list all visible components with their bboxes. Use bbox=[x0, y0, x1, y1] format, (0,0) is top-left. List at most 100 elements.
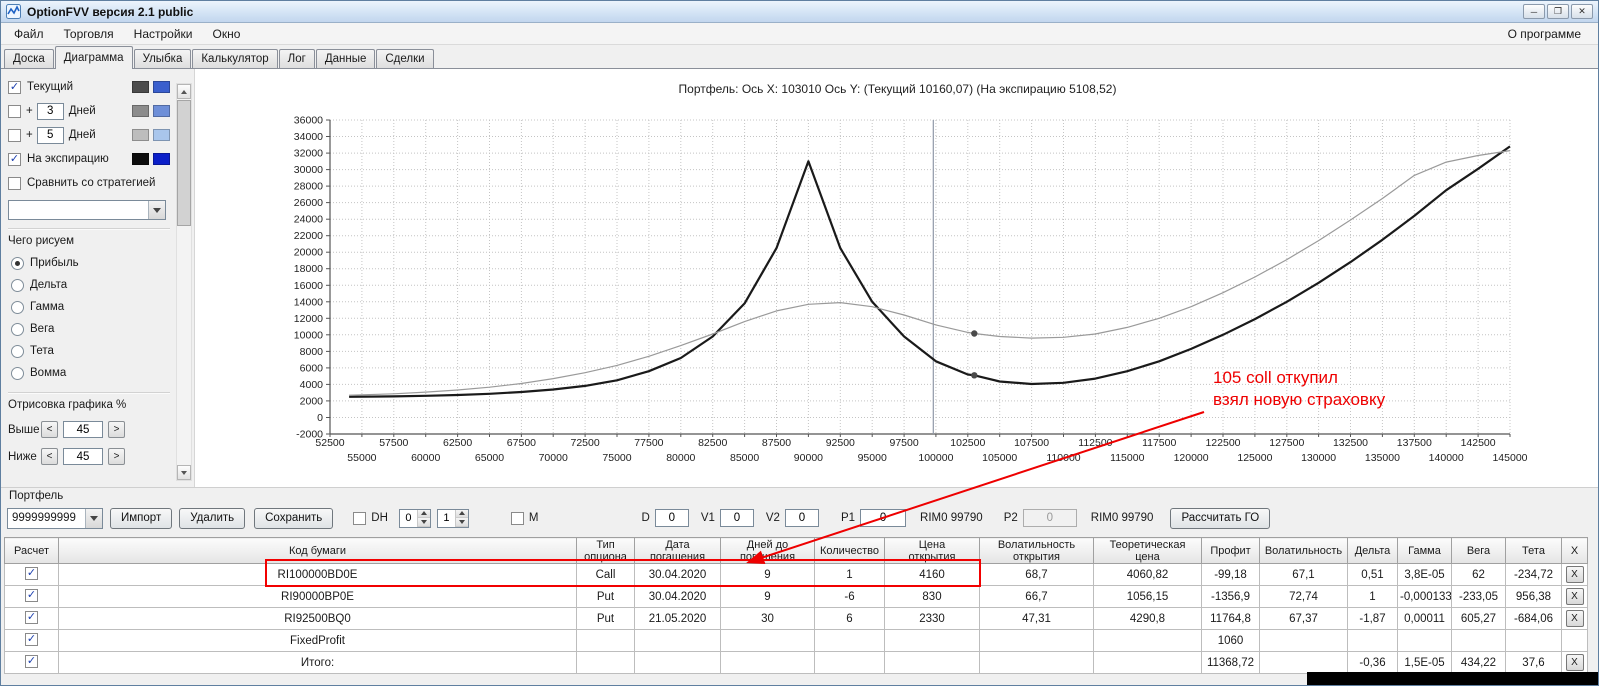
draw-option-4[interactable]: Тета bbox=[8, 340, 170, 362]
expiration-color-swatch-2[interactable] bbox=[153, 153, 170, 165]
spin-down-icon[interactable] bbox=[455, 518, 468, 527]
dh-spinner-1-input[interactable] bbox=[399, 509, 417, 527]
menu-settings[interactable]: Настройки bbox=[124, 24, 203, 44]
col-header-9[interactable]: Профит bbox=[1201, 537, 1260, 564]
col-header-2[interactable]: Тип опциона bbox=[576, 537, 635, 564]
below-increase-button[interactable]: > bbox=[108, 448, 125, 465]
row-delete-button[interactable]: X bbox=[1565, 610, 1584, 627]
current-checkbox[interactable]: ✓ bbox=[8, 80, 21, 94]
row-calc-checkbox[interactable]: ✓ bbox=[25, 566, 38, 580]
row-calc-checkbox[interactable]: ✓ bbox=[25, 588, 38, 602]
dh-checkbox[interactable] bbox=[353, 511, 367, 525]
delete-button[interactable]: Удалить bbox=[179, 507, 246, 529]
tab-log[interactable]: Лог bbox=[278, 49, 315, 68]
profit-chart[interactable]: -200002000400060008000100001200014000160… bbox=[195, 69, 1599, 488]
row-calc-cell[interactable]: ✓ bbox=[4, 651, 59, 674]
v2-input[interactable] bbox=[784, 509, 819, 527]
tab-diagram[interactable]: Диаграмма bbox=[54, 46, 133, 69]
spin-down-icon[interactable] bbox=[417, 518, 430, 527]
menu-trading[interactable]: Торговля bbox=[54, 24, 124, 44]
tab-smile[interactable]: Улыбка bbox=[133, 49, 192, 68]
p2-input[interactable] bbox=[1022, 509, 1077, 527]
spin-up-icon[interactable] bbox=[417, 509, 430, 518]
current-color-swatch-2[interactable] bbox=[153, 81, 170, 93]
tab-board[interactable]: Доска bbox=[4, 49, 54, 68]
col-header-14[interactable]: Тета bbox=[1505, 537, 1562, 564]
row-delete-button[interactable]: X bbox=[1565, 654, 1584, 671]
chevron-down-icon[interactable] bbox=[148, 201, 165, 219]
expiration-color-swatch-1[interactable] bbox=[132, 153, 149, 165]
sidebar-scrollbar[interactable] bbox=[176, 83, 192, 481]
row-calc-checkbox[interactable]: ✓ bbox=[25, 632, 38, 646]
below-percent-input[interactable] bbox=[63, 448, 103, 465]
tab-data[interactable]: Данные bbox=[315, 49, 376, 68]
menu-file[interactable]: Файл bbox=[4, 24, 54, 44]
draw-option-5[interactable]: Вомма bbox=[8, 362, 170, 384]
row-calc-cell[interactable]: ✓ bbox=[4, 563, 59, 586]
col-header-4[interactable]: Дней до погашения bbox=[720, 537, 815, 564]
col-header-3[interactable]: Дата погашения bbox=[634, 537, 721, 564]
draw-option-0[interactable]: Прибыль bbox=[8, 252, 170, 274]
tab-deals[interactable]: Сделки bbox=[376, 49, 434, 68]
menu-window[interactable]: Окно bbox=[203, 24, 251, 44]
minimize-button[interactable]: ─ bbox=[1523, 4, 1545, 19]
col-header-1[interactable]: Код бумаги bbox=[58, 537, 577, 564]
dh-spinner-1[interactable] bbox=[398, 508, 431, 528]
p1-input[interactable] bbox=[860, 509, 907, 527]
chevron-down-icon[interactable] bbox=[85, 508, 102, 528]
col-header-6[interactable]: Цена открытия bbox=[884, 537, 980, 564]
col-header-11[interactable]: Дельта bbox=[1347, 537, 1398, 564]
close-button[interactable]: ✕ bbox=[1571, 4, 1593, 19]
row-calc-checkbox[interactable]: ✓ bbox=[25, 610, 38, 624]
row-calc-cell[interactable]: ✓ bbox=[4, 585, 59, 608]
row-calc-checkbox[interactable]: ✓ bbox=[25, 654, 38, 668]
m-checkbox[interactable] bbox=[510, 511, 524, 525]
draw-option-2[interactable]: Гамма bbox=[8, 296, 170, 318]
current-color-swatch-1[interactable] bbox=[132, 81, 149, 93]
days3-color-swatch-1[interactable] bbox=[132, 105, 149, 117]
below-decrease-button[interactable]: < bbox=[41, 448, 58, 465]
save-button[interactable]: Сохранить bbox=[254, 507, 334, 529]
above-percent-input[interactable] bbox=[63, 421, 103, 438]
days5-color-swatch-2[interactable] bbox=[153, 129, 170, 141]
d-input[interactable] bbox=[654, 509, 689, 527]
row-calc-cell[interactable]: ✓ bbox=[4, 607, 59, 630]
col-header-0[interactable]: Расчет bbox=[4, 537, 59, 564]
expiration-checkbox[interactable]: ✓ bbox=[8, 152, 21, 166]
maximize-button[interactable]: ❐ bbox=[1547, 4, 1569, 19]
col-header-12[interactable]: Гамма bbox=[1397, 537, 1452, 564]
dh-spinner-2-input[interactable] bbox=[437, 509, 455, 527]
calc-go-button[interactable]: Рассчитать ГО bbox=[1170, 507, 1271, 529]
col-header-8[interactable]: Теоретическая цена bbox=[1093, 537, 1202, 564]
days3-input[interactable] bbox=[36, 102, 64, 120]
days5-input[interactable] bbox=[36, 126, 64, 144]
col-header-10[interactable]: Волатильность bbox=[1259, 537, 1348, 564]
col-header-15[interactable]: X bbox=[1561, 537, 1588, 564]
scroll-down-icon[interactable] bbox=[177, 465, 191, 480]
row-delete-button[interactable]: X bbox=[1565, 566, 1584, 583]
days3-checkbox[interactable] bbox=[8, 104, 21, 118]
menu-about[interactable]: О программе bbox=[1508, 27, 1595, 41]
days3-color-swatch-2[interactable] bbox=[153, 105, 170, 117]
scroll-up-icon[interactable] bbox=[177, 84, 191, 99]
col-header-5[interactable]: Количество bbox=[814, 537, 885, 564]
draw-option-1[interactable]: Дельта bbox=[8, 274, 170, 296]
account-dropdown[interactable]: 9999999999 bbox=[7, 507, 103, 529]
col-header-13[interactable]: Вега bbox=[1451, 537, 1506, 564]
v1-input[interactable] bbox=[719, 509, 754, 527]
draw-option-3[interactable]: Вега bbox=[8, 318, 170, 340]
strategy-dropdown[interactable] bbox=[8, 200, 166, 220]
above-increase-button[interactable]: > bbox=[108, 421, 125, 438]
scrollbar-thumb[interactable] bbox=[177, 100, 191, 226]
above-decrease-button[interactable]: < bbox=[41, 421, 58, 438]
dh-spinner-2[interactable] bbox=[436, 508, 469, 528]
col-header-7[interactable]: Волатильность открытия bbox=[979, 537, 1094, 564]
days5-checkbox[interactable] bbox=[8, 128, 21, 142]
import-button[interactable]: Импорт bbox=[110, 507, 173, 529]
days5-color-swatch-1[interactable] bbox=[132, 129, 149, 141]
row-calc-cell[interactable]: ✓ bbox=[4, 629, 59, 652]
row-delete-button[interactable]: X bbox=[1565, 588, 1584, 605]
tab-calculator[interactable]: Калькулятор bbox=[192, 49, 278, 68]
spin-up-icon[interactable] bbox=[455, 509, 468, 518]
compare-strategy-checkbox[interactable] bbox=[8, 176, 21, 190]
